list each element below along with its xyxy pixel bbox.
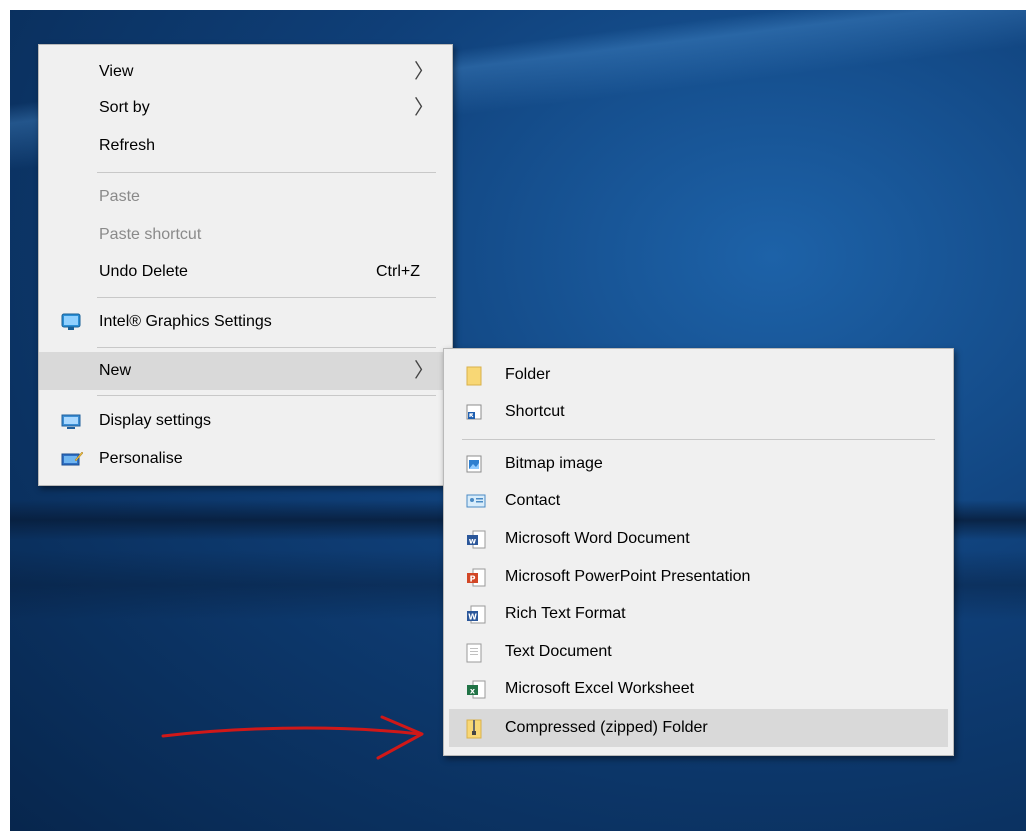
annotation-arrow: [161, 715, 424, 760]
